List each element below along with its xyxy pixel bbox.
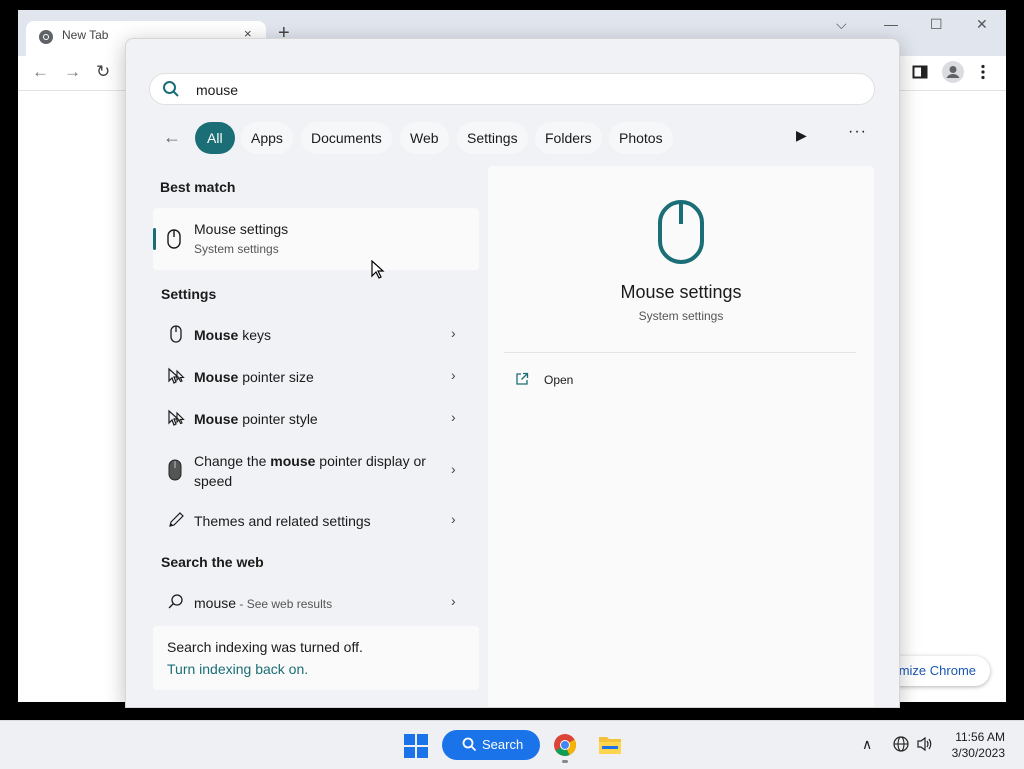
maximize-button[interactable]: ☐ xyxy=(930,16,943,33)
best-match-item[interactable]: Mouse settings System settings xyxy=(153,208,479,270)
pointer-style-icon xyxy=(168,409,185,426)
chevron-right-icon: › xyxy=(451,325,456,341)
result-text: pointer size xyxy=(238,369,314,385)
result-text: Change the xyxy=(194,453,271,469)
indexing-notice: Search indexing was turned off. Turn ind… xyxy=(153,626,479,690)
search-icon xyxy=(462,737,477,752)
filter-back-icon[interactable]: ← xyxy=(163,127,181,148)
web-query: mouse xyxy=(194,595,237,611)
chrome-tab-title: New Tab xyxy=(62,28,109,42)
result-text: keys xyxy=(238,327,272,343)
tray-chevron-icon[interactable]: ∧ xyxy=(862,736,872,753)
result-bold-text: mouse xyxy=(270,453,316,469)
search-web-heading: Search the web xyxy=(161,554,264,570)
divider xyxy=(504,352,856,353)
open-external-icon[interactable] xyxy=(515,372,529,386)
taskbar: Search ∧ 11:56 AM 3/30/2023 xyxy=(0,720,1024,769)
result-text: Themes and related settings xyxy=(194,513,371,529)
best-match-subtitle: System settings xyxy=(194,242,279,256)
chevron-right-icon: › xyxy=(451,511,456,527)
result-web-search[interactable]: mouse - See web results › xyxy=(153,582,479,622)
chrome-app-icon[interactable] xyxy=(553,733,577,757)
search-icon xyxy=(168,594,183,609)
windows-start-icon[interactable] xyxy=(404,734,428,758)
play-icon[interactable]: ▶ xyxy=(796,127,807,144)
chrome-favicon-icon xyxy=(39,30,53,44)
mouse-icon xyxy=(170,325,182,343)
start-search-panel: ← All Apps Documents Web Settings Folder… xyxy=(125,38,900,708)
result-pointer-style[interactable]: Mouse pointer style › xyxy=(153,398,479,438)
chrome-menu-icon[interactable] xyxy=(980,64,986,80)
search-box[interactable] xyxy=(149,73,875,105)
filter-all[interactable]: All xyxy=(195,122,235,154)
best-match-title: Mouse settings xyxy=(194,221,289,237)
web-suffix: - See web results xyxy=(236,597,333,611)
filter-apps[interactable]: Apps xyxy=(241,122,293,154)
filter-folders[interactable]: Folders xyxy=(535,122,602,154)
mouse-icon xyxy=(658,200,704,264)
result-bold-text: Mouse xyxy=(194,327,239,343)
mouse-icon xyxy=(167,229,181,249)
indexing-link[interactable]: Turn indexing back on. xyxy=(167,661,308,677)
chevron-right-icon: › xyxy=(451,367,456,383)
taskbar-clock[interactable]: 11:56 AM 3/30/2023 xyxy=(952,729,1005,761)
file-explorer-icon[interactable] xyxy=(598,734,622,756)
reload-icon[interactable]: ↻ xyxy=(96,62,110,82)
filter-photos[interactable]: Photos xyxy=(609,122,673,154)
close-window-button[interactable]: ✕ xyxy=(976,16,988,33)
settings-heading: Settings xyxy=(161,286,217,302)
pen-icon xyxy=(169,512,184,527)
best-match-heading: Best match xyxy=(160,179,236,195)
taskbar-search-button[interactable]: Search xyxy=(442,730,540,760)
minimize-button[interactable]: — xyxy=(884,16,898,32)
result-pointer-size[interactable]: Mouse pointer size › xyxy=(153,356,479,396)
result-themes[interactable]: Themes and related settings › xyxy=(153,500,479,540)
profile-avatar-icon[interactable] xyxy=(942,61,964,83)
preview-title: Mouse settings xyxy=(620,282,742,302)
back-icon[interactable]: ← xyxy=(32,62,49,82)
taskbar-search-label: Search xyxy=(482,737,524,752)
filter-web[interactable]: Web xyxy=(400,122,449,154)
more-options-icon[interactable]: ··· xyxy=(848,123,867,141)
chevron-right-icon: › xyxy=(451,461,456,477)
result-text: pointer style xyxy=(238,411,318,427)
result-pointer-speed[interactable]: Change the mouse pointer display or spee… xyxy=(153,440,479,500)
open-action[interactable]: Open xyxy=(544,373,573,387)
preview-subtitle: System settings xyxy=(638,309,724,323)
side-panel-icon[interactable] xyxy=(912,64,928,80)
result-bold-text: Mouse xyxy=(194,411,239,427)
forward-icon[interactable]: → xyxy=(64,62,81,82)
mouse-dark-icon xyxy=(168,459,182,481)
result-bold-text: Mouse xyxy=(194,369,239,385)
tab-search-dropdown-icon[interactable]: ⌵ xyxy=(836,16,847,33)
clock-date: 3/30/2023 xyxy=(951,746,1005,760)
selection-accent xyxy=(153,228,156,250)
search-input[interactable] xyxy=(194,78,798,102)
search-icon xyxy=(163,81,179,97)
customize-chrome-label: mize Chrome xyxy=(898,663,976,678)
filter-documents[interactable]: Documents xyxy=(301,122,392,154)
mouse-cursor-icon xyxy=(371,260,385,279)
running-indicator xyxy=(562,760,568,763)
clock-time: 11:56 AM xyxy=(955,730,1005,744)
filter-settings[interactable]: Settings xyxy=(457,122,528,154)
chevron-right-icon: › xyxy=(451,593,456,609)
volume-icon[interactable] xyxy=(916,736,934,752)
result-mouse-keys[interactable]: Mouse keys › xyxy=(153,314,479,354)
preview-pane: Mouse settings System settings Open xyxy=(488,166,874,707)
chevron-right-icon: › xyxy=(451,409,456,425)
pointer-size-icon xyxy=(168,367,185,384)
network-globe-icon[interactable] xyxy=(893,736,909,752)
indexing-message: Search indexing was turned off. xyxy=(167,639,363,655)
